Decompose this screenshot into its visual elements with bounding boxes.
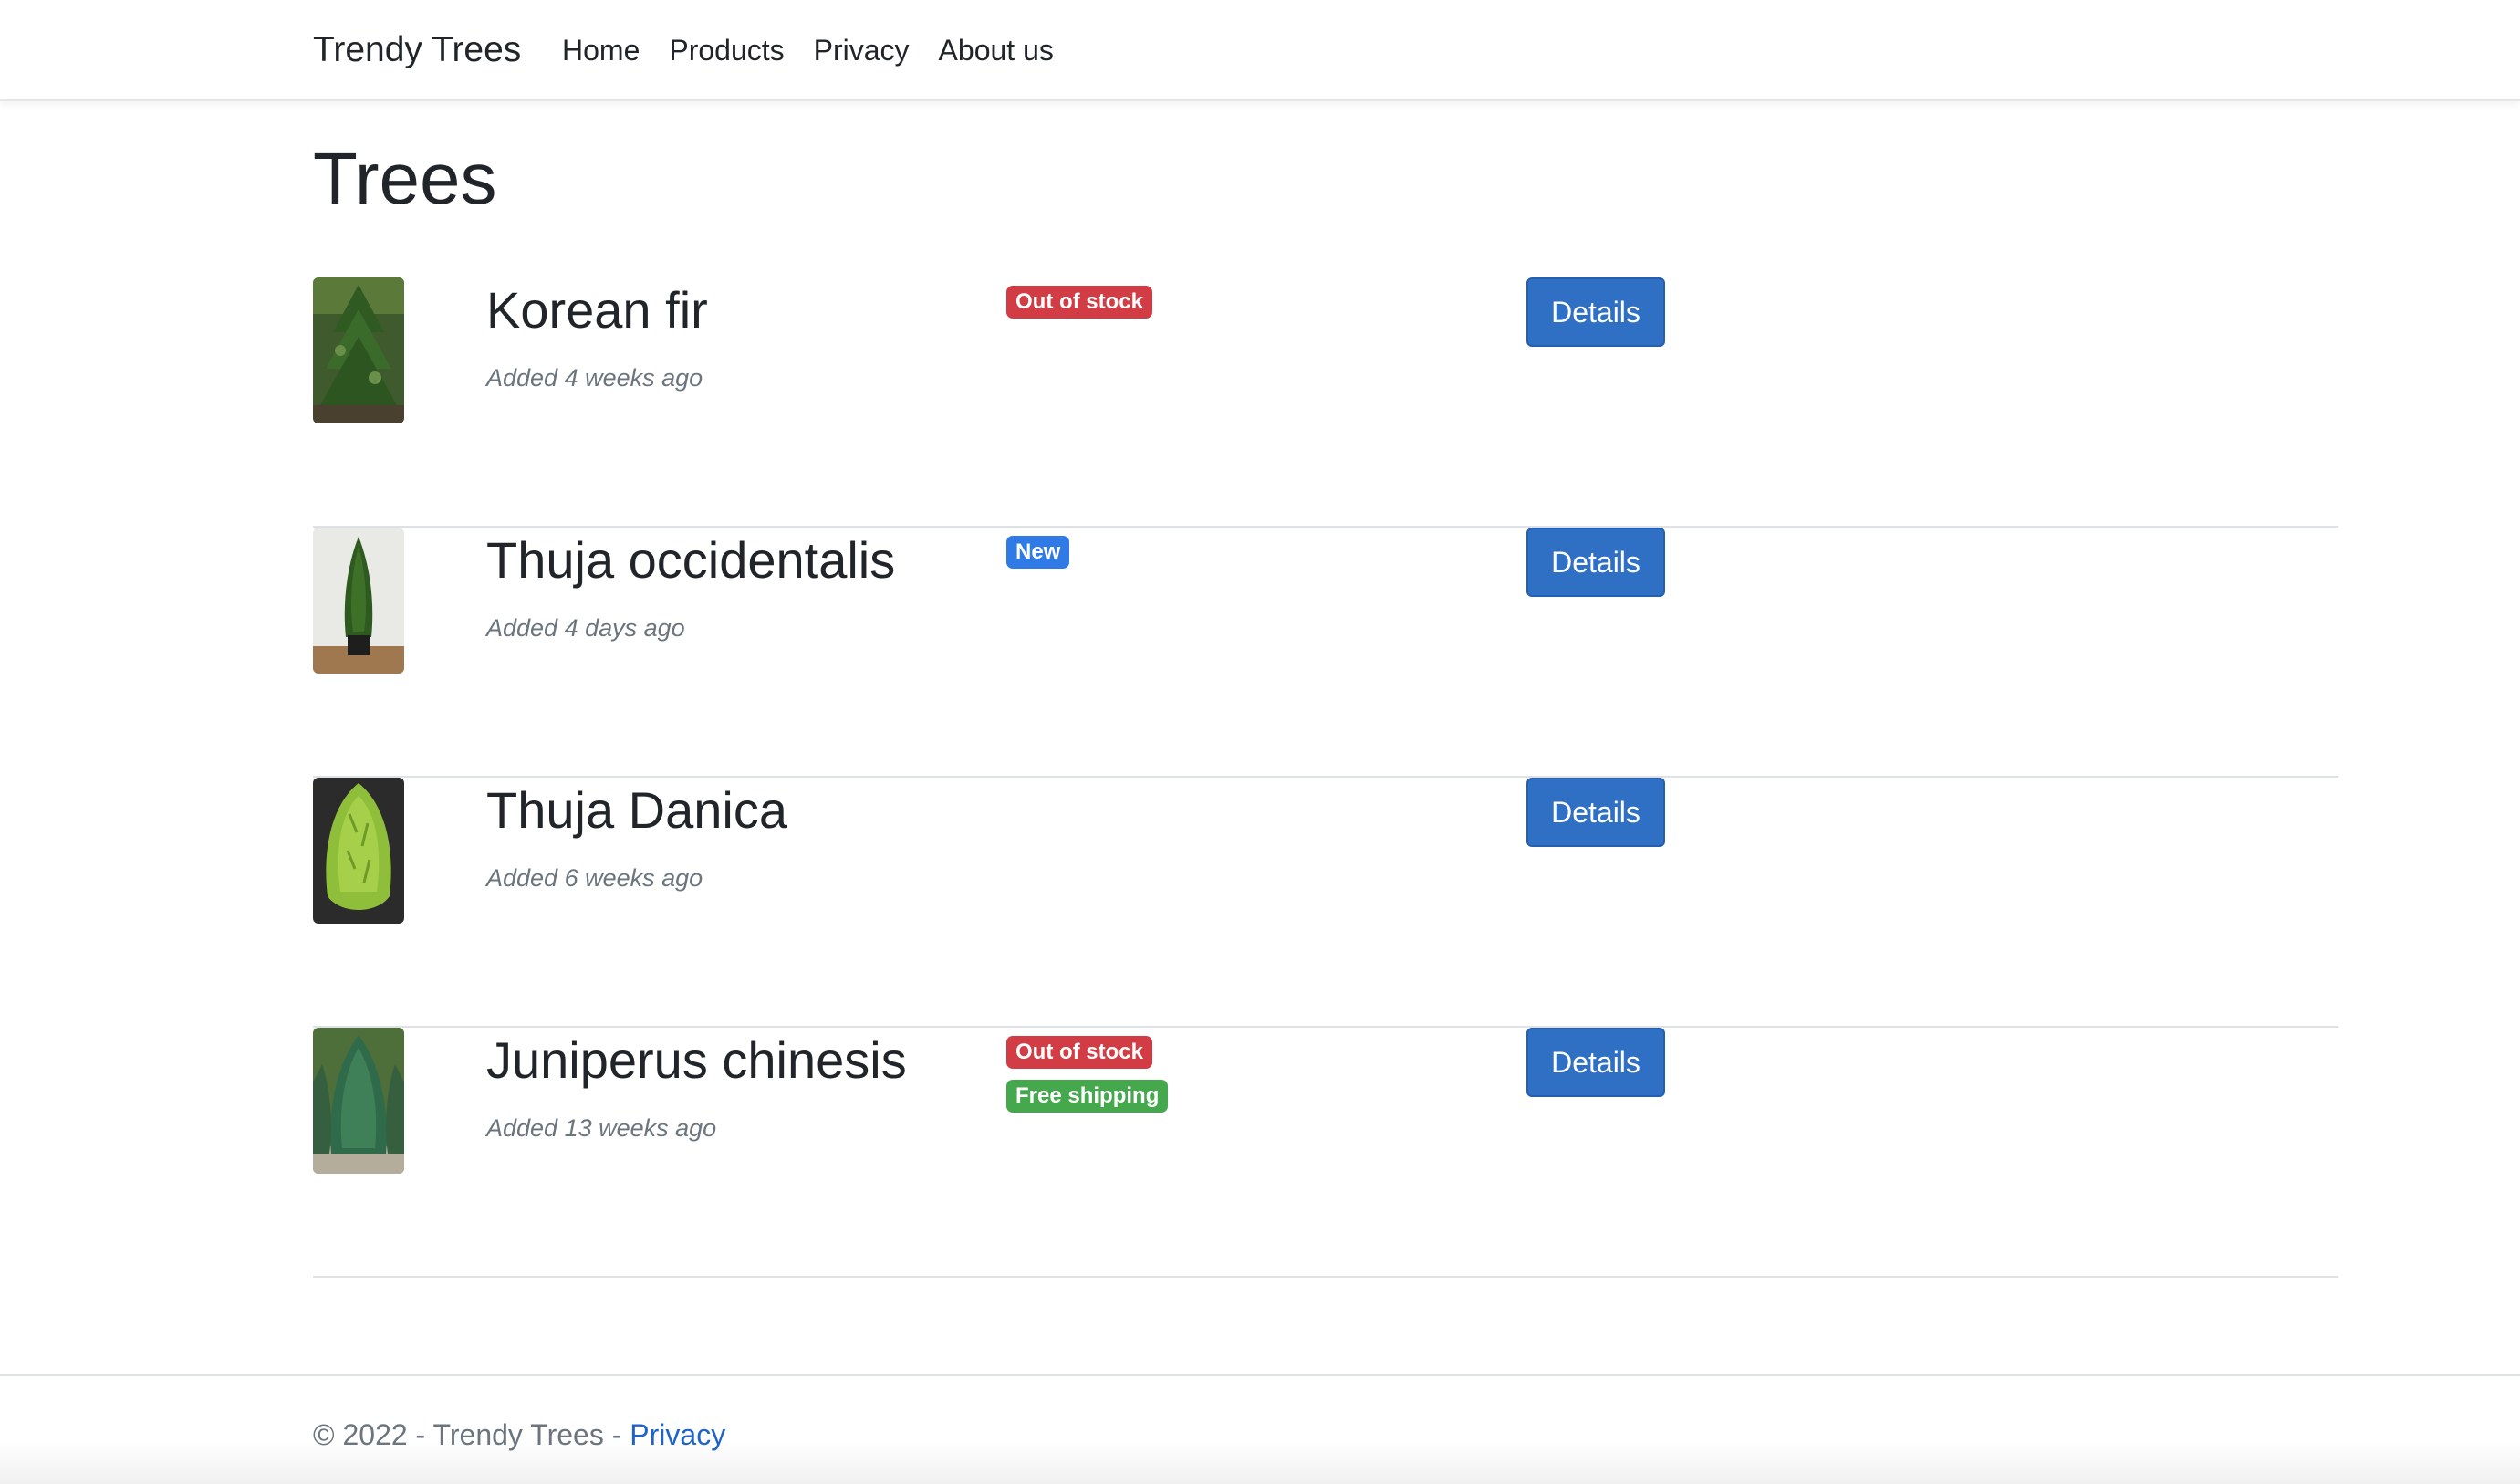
added-date: Added 4 days ago: [486, 614, 685, 642]
product-name: Juniperus chinesis: [486, 1031, 907, 1089]
brand-link[interactable]: Trendy Trees: [313, 27, 521, 73]
thuja-danica-photo: [313, 778, 404, 924]
added-date: Added 4 weeks ago: [486, 364, 703, 392]
footer-privacy-link[interactable]: Privacy: [630, 1418, 725, 1451]
new-badge: New: [1006, 536, 1070, 569]
product-badges: New: [1006, 536, 1070, 569]
details-button[interactable]: Details: [1526, 277, 1665, 347]
product-item-thuja-occidentalis: Thuja occidentalis Added 4 days ago New …: [313, 528, 2338, 778]
added-date: Added 6 weeks ago: [486, 864, 703, 892]
nav-privacy-link[interactable]: Privacy: [799, 29, 924, 71]
free-shipping-badge: Free shipping: [1006, 1080, 1169, 1113]
product-badges: Out of stock Free shipping: [1006, 1036, 1169, 1113]
nav-home-link[interactable]: Home: [562, 29, 654, 71]
product-name: Korean fir: [486, 281, 708, 339]
product-item-korean-fir: Korean fir Added 4 weeks ago Out of stoc…: [313, 277, 2338, 528]
top-navbar: Trendy Trees Home Products Privacy About…: [0, 0, 2520, 101]
nav-about-link[interactable]: About us: [924, 29, 1068, 71]
nav-products-link[interactable]: Products: [654, 29, 798, 71]
details-button[interactable]: Details: [1526, 528, 1665, 597]
product-list: Korean fir Added 4 weeks ago Out of stoc…: [313, 277, 2338, 1278]
thuja-occidentalis-photo: [313, 528, 404, 674]
nav-links: Home Products Privacy About us: [562, 29, 1068, 71]
page-footer: © 2022 - Trendy Trees - Privacy: [0, 1374, 2520, 1484]
product-badges: Out of stock: [1006, 286, 1153, 319]
out-of-stock-badge: Out of stock: [1006, 286, 1153, 319]
copyright-text: © 2022 - Trendy Trees -: [313, 1418, 630, 1451]
product-item-thuja-danica: Thuja Danica Added 6 weeks ago Details: [313, 778, 2338, 1028]
details-button[interactable]: Details: [1526, 1028, 1665, 1097]
page-title: Trees: [313, 138, 497, 219]
product-name: Thuja occidentalis: [486, 531, 896, 589]
footer-text: © 2022 - Trendy Trees - Privacy: [313, 1415, 725, 1455]
product-name: Thuja Danica: [486, 781, 787, 839]
added-date: Added 13 weeks ago: [486, 1114, 717, 1142]
product-item-juniperus-chinesis: Juniperus chinesis Added 13 weeks ago Ou…: [313, 1028, 2338, 1278]
details-button[interactable]: Details: [1526, 778, 1665, 847]
juniperus-chinesis-photo: [313, 1028, 404, 1174]
korean-fir-photo: [313, 277, 404, 423]
out-of-stock-badge: Out of stock: [1006, 1036, 1153, 1069]
